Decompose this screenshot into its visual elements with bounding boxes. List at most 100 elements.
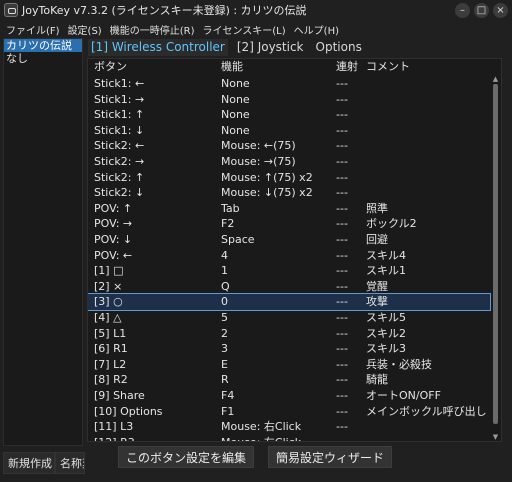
cell-repeat: --- (336, 373, 348, 387)
cell-button: [12] R3 (94, 435, 220, 441)
cell-repeat: --- (336, 389, 348, 402)
scroll-up-icon[interactable]: ▲ (491, 75, 500, 83)
cell-button: Stick2: ← (94, 139, 145, 153)
cell-comment: スキル4 (366, 248, 406, 262)
scroll-down-icon[interactable]: ▼ (491, 433, 500, 441)
close-button[interactable]: × (493, 3, 508, 18)
cell-function: R (221, 373, 229, 387)
cell-comment: 照準 (366, 201, 388, 215)
window-controls: – □ × (455, 3, 508, 18)
table-row[interactable]: Stick1: ↓ None --- (88, 123, 490, 139)
cell-function: F4 (221, 389, 235, 402)
cell-button: [6] R1 (94, 342, 128, 356)
cell-function: 1 (221, 264, 228, 278)
cell-button: [5] L1 (94, 326, 127, 340)
cell-function: F1 (221, 404, 235, 418)
table-row[interactable]: POV: ↑ Tab --- 照準 (88, 201, 490, 217)
tab-wireless-controller[interactable]: [1] Wireless Controller (88, 38, 228, 56)
cell-button: [9] Share (94, 389, 145, 402)
header-button[interactable]: ボタン (94, 59, 220, 75)
cell-repeat: --- (336, 420, 348, 434)
cell-button: POV: ↓ (94, 233, 133, 246)
cell-function: None (221, 123, 250, 137)
header-function[interactable]: 機能 (221, 59, 335, 75)
table-row[interactable]: [12] R3Mouse: 左Click--- (88, 435, 490, 441)
tab-options[interactable]: Options (313, 39, 365, 56)
table-row[interactable]: Stick1: ← None --- (88, 76, 490, 92)
table-row[interactable]: [2] × Q --- 覚醒 (88, 279, 490, 295)
cell-repeat: --- (336, 92, 348, 106)
cell-repeat: --- (336, 279, 348, 293)
cell-function: Q (221, 279, 230, 293)
cell-repeat: --- (336, 201, 348, 215)
table-row[interactable]: POV: ← 4 --- スキル4 (88, 248, 490, 264)
menu-help[interactable]: ヘルプ(H) (294, 22, 339, 37)
cell-button: Stick2: ↑ (94, 170, 145, 184)
vertical-scrollbar[interactable]: ▲ ▼ (490, 75, 501, 441)
table-row[interactable]: [5] L1 2 --- スキル2 (88, 326, 490, 342)
cell-function: E (221, 357, 228, 371)
header-comment[interactable]: コメント (366, 59, 490, 75)
cell-repeat: --- (336, 77, 348, 90)
cell-button: Stick2: → (94, 155, 145, 168)
minimize-button[interactable]: – (455, 3, 470, 18)
table-row[interactable]: [8] R2 R --- 騎龍 (88, 372, 490, 388)
cell-repeat: --- (336, 435, 366, 441)
config-actions: 新規作成 名称変 (3, 452, 85, 474)
table-row[interactable]: [6] R1 3 --- スキル3 (88, 341, 490, 357)
table-row[interactable]: Stick2: ↓ Mouse: ↓(75) x2 --- (88, 185, 490, 201)
table-row[interactable]: [4] △ 5 --- スキル5 (88, 310, 490, 326)
cell-function: Mouse: →(75) (221, 155, 296, 168)
tab-bar: [1] Wireless Controller [2] Joystick Opt… (88, 38, 365, 56)
cell-button: POV: ↑ (94, 201, 133, 215)
table-row[interactable]: [11] L3 Mouse: 右Click --- (88, 419, 490, 435)
tab-joystick[interactable]: [2] Joystick (234, 39, 307, 56)
cell-button: [2] × (94, 279, 123, 293)
cell-function: None (221, 92, 250, 106)
cell-comment: 覚醒 (366, 279, 388, 293)
cell-repeat: --- (336, 139, 348, 153)
cell-comment: スキル2 (366, 326, 406, 340)
cell-function: Mouse: 右Click (221, 420, 302, 434)
table-row[interactable]: [9] Share F4 --- オートON/OFF (88, 388, 490, 404)
table-row[interactable]: POV: → F2 --- ボックル2 (88, 216, 490, 232)
cell-function: None (221, 77, 250, 90)
cell-button: Stick1: → (94, 92, 145, 106)
table-row[interactable]: Stick2: ← Mouse: ←(75) --- (88, 138, 490, 154)
cell-function: Mouse: ↑(75) x2 (221, 170, 313, 184)
new-config-button[interactable]: 新規作成 (3, 452, 55, 474)
table-row[interactable]: Stick2: ↑ Mouse: ↑(75) x2 --- (88, 170, 490, 186)
menu-pause[interactable]: 機能の一時停止(R) (110, 22, 195, 37)
cell-function: 5 (221, 311, 228, 324)
header-repeat[interactable]: 連射 (336, 59, 366, 75)
rename-config-button[interactable]: 名称変 (55, 452, 85, 474)
cell-function: 3 (221, 342, 228, 356)
menu-license[interactable]: ライセンスキー(L) (202, 22, 285, 37)
table-row[interactable]: [1] □ 1 --- スキル1 (88, 263, 490, 279)
cell-comment: スキル5 (366, 311, 406, 324)
config-item-selected[interactable]: カリツの伝説 (4, 39, 82, 52)
config-item[interactable]: なし (4, 52, 82, 65)
table-row[interactable]: [7] L2 E --- 兵装・必殺技 (88, 357, 490, 373)
cell-repeat: --- (336, 217, 348, 231)
menu-file[interactable]: ファイル(F) (6, 22, 60, 37)
scrollbar-thumb[interactable] (493, 84, 498, 424)
table-row[interactable]: [3] ○ 0 --- 攻撃 (88, 293, 491, 311)
cell-repeat: --- (336, 233, 348, 246)
maximize-button[interactable]: □ (474, 3, 489, 18)
edit-button-setting-button[interactable]: このボタン設定を編集 (118, 446, 255, 468)
cell-repeat: --- (336, 123, 348, 137)
table-row[interactable]: Stick1: ↑ None --- (88, 107, 490, 123)
setup-wizard-button[interactable]: 簡易設定ウィザード (268, 446, 393, 468)
cell-comment: 騎龍 (366, 373, 388, 387)
cell-comment: メインボックル呼び出し (366, 404, 487, 418)
table-row[interactable]: POV: ↓ Space --- 回避 (88, 232, 490, 248)
table-row[interactable]: Stick1: → None --- (88, 92, 490, 108)
menu-bar: ファイル(F) 設定(S) 機能の一時停止(R) ライセンスキー(L) ヘルプ(… (0, 20, 512, 38)
table-row[interactable]: Stick2: → Mouse: →(75) --- (88, 154, 490, 170)
cell-function: Space (221, 233, 255, 246)
cell-repeat: --- (336, 108, 348, 122)
menu-settings[interactable]: 設定(S) (68, 22, 102, 37)
cell-repeat: --- (336, 311, 348, 324)
table-row[interactable]: [10] Options F1 --- メインボックル呼び出し (88, 404, 490, 420)
